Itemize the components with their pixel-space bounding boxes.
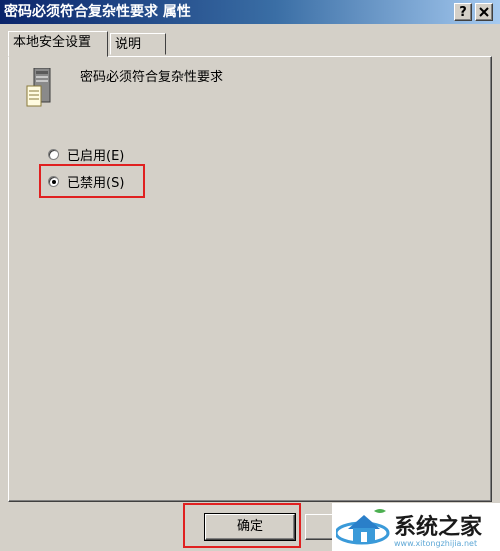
window-title: 密码必须符合复杂性要求 属性	[4, 4, 191, 20]
close-button[interactable]	[475, 3, 493, 21]
tab-panel	[8, 56, 492, 502]
watermark-text: 系统之家	[394, 515, 483, 540]
server-policy-icon	[26, 68, 51, 107]
title-bar[interactable]: 密码必须符合复杂性要求 属性 ?	[0, 0, 500, 24]
radio-enabled-label: 已启用(E)	[67, 148, 125, 164]
radio-enabled-indicator[interactable]	[48, 148, 59, 160]
radio-enabled[interactable]: 已启用(E)	[48, 144, 124, 164]
policy-name: 密码必须符合复杂性要求	[80, 70, 224, 85]
tab-explain[interactable]: 说明	[110, 33, 166, 55]
watermark: 系统之家 www.xitongzhijia.net	[332, 503, 500, 551]
watermark-url: www.xitongzhijia.net	[394, 539, 478, 548]
help-button[interactable]: ?	[454, 3, 472, 21]
tab-local-security-setting[interactable]: 本地安全设置	[8, 31, 108, 57]
house-logo-icon	[336, 509, 390, 545]
close-icon	[479, 7, 489, 17]
highlight-box-ok	[183, 503, 301, 548]
highlight-box-disabled	[39, 164, 145, 198]
properties-dialog: 密码必须符合复杂性要求 属性 ? 本地安全设置 说明 密码必须符合复杂性要求 已…	[0, 0, 500, 551]
